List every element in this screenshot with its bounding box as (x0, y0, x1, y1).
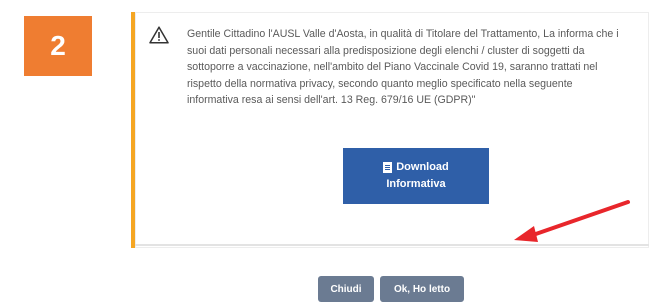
download-informativa-button[interactable]: Download Informativa (343, 148, 489, 204)
warning-triangle-icon (149, 26, 169, 44)
download-line1: Download (383, 159, 449, 176)
notice-line: rispetto della normativa privacy, second… (187, 77, 573, 90)
pdf-file-icon (383, 162, 393, 173)
notice-line: Gentile Cittadino l'AUSL Valle d'Aosta, … (187, 28, 619, 40)
informativa-label: Informativa (386, 178, 446, 190)
notice-line: suoi dati personali necessari alla predi… (187, 44, 585, 57)
red-arrow-icon (514, 200, 630, 242)
notice-line: sottoporre a vaccinazione, nell'ambito d… (187, 61, 598, 73)
download-label: Download (396, 161, 449, 173)
step-badge: 2 (24, 16, 92, 76)
privacy-notice-text: Gentile Cittadino l'AUSL Valle d'Aosta, … (187, 26, 647, 109)
close-button[interactable]: Chiudi (318, 276, 374, 302)
ok-read-button[interactable]: Ok, Ho letto (380, 276, 464, 302)
step-number: 2 (50, 30, 66, 61)
panel-divider (135, 244, 649, 246)
notice-line: informativa resa ai sensi dell'art. 13 R… (187, 94, 476, 106)
